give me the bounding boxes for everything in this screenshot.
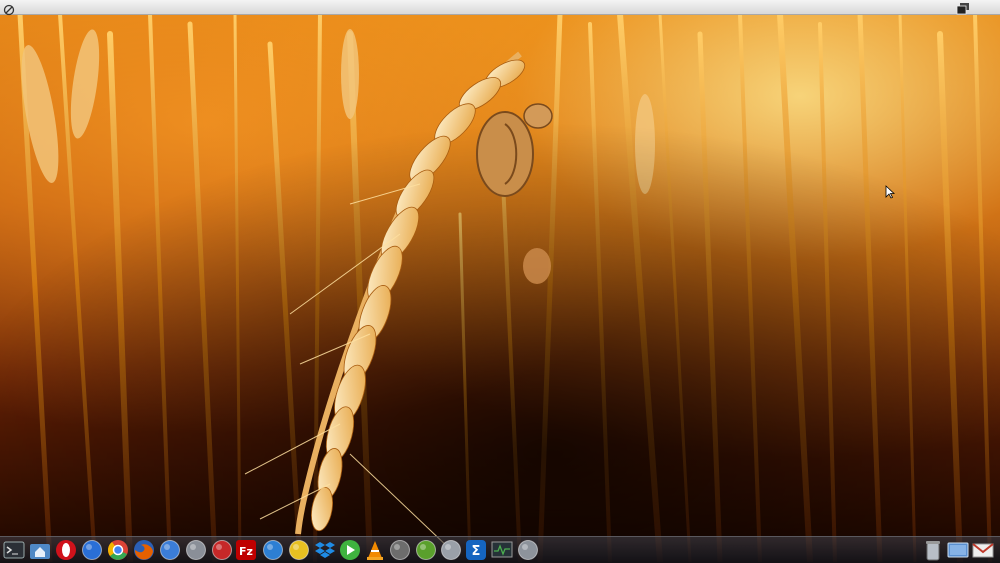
wheat-field-image [0, 14, 1000, 562]
svg-text:Σ: Σ [472, 544, 481, 559]
trash-icon[interactable] [922, 539, 944, 561]
vlc-icon[interactable] [364, 539, 386, 561]
play-icon[interactable] [339, 539, 361, 561]
media-ball-icon[interactable] [211, 539, 233, 561]
show-desktop-icon[interactable] [947, 539, 969, 561]
filezilla-icon[interactable]: Fz [235, 539, 257, 561]
network-globe-icon[interactable] [81, 539, 103, 561]
game-controller-icon[interactable] [389, 539, 411, 561]
opera-icon[interactable] [55, 539, 77, 561]
scanner-icon[interactable] [185, 539, 207, 561]
banana-icon[interactable] [288, 539, 310, 561]
bottom-dock: Fz Σ [0, 536, 1000, 563]
app-menu-icon[interactable] [3, 1, 15, 16]
window-switcher-icon[interactable] [956, 0, 970, 15]
update-manager-icon[interactable]: Σ [465, 539, 487, 561]
pidgin-icon[interactable] [415, 539, 437, 561]
svg-text:Fz: Fz [239, 545, 253, 558]
mail-unread-icon[interactable] [972, 539, 994, 561]
mouse-pointer-icon [885, 184, 896, 199]
terminal-icon[interactable] [3, 539, 25, 561]
desktop-wallpaper [0, 14, 1000, 562]
download-tray-icon[interactable] [440, 539, 462, 561]
chrome-icon[interactable] [107, 539, 129, 561]
dropbox-icon[interactable] [314, 539, 336, 561]
top-panel [0, 0, 1000, 16]
system-monitor-icon[interactable] [491, 539, 513, 561]
firefox-icon[interactable] [133, 539, 155, 561]
cloud-info-icon[interactable] [262, 539, 284, 561]
mail-icon[interactable] [159, 539, 181, 561]
home-folder-icon[interactable] [29, 539, 51, 561]
settings-tools-icon[interactable] [517, 539, 539, 561]
